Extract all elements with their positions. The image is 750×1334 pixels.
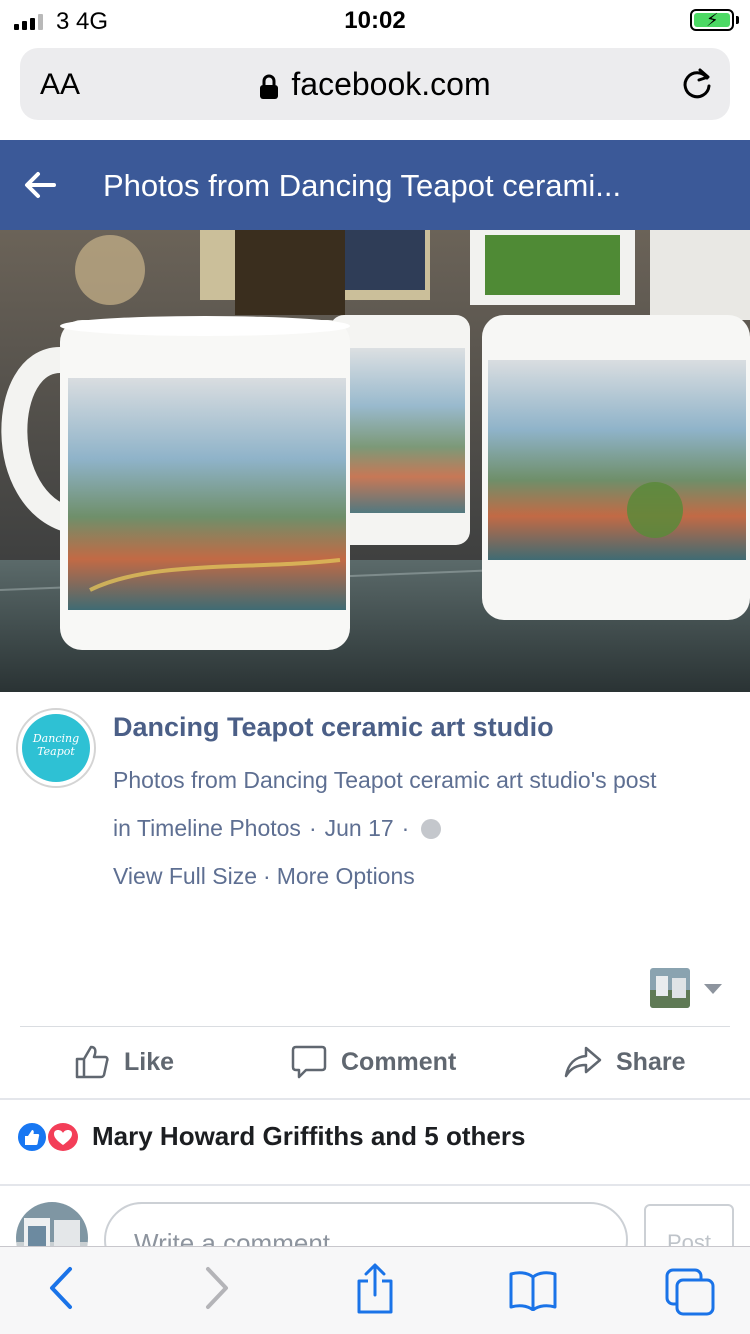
- viewer-avatar-thumbnail[interactable]: [650, 968, 690, 1008]
- safari-share-icon[interactable]: [354, 1263, 396, 1315]
- bookmarks-icon[interactable]: [508, 1269, 558, 1311]
- like-label: Like: [124, 1047, 175, 1076]
- status-bar: 3 4G 10:02 ⚡: [0, 0, 750, 40]
- page-name-link[interactable]: Dancing Teapot ceramic art studio: [113, 712, 554, 743]
- url-text: facebook.com: [291, 66, 491, 102]
- reactions-summary[interactable]: Mary Howard Griffiths and 5 others: [16, 1116, 525, 1156]
- divider: [0, 1184, 750, 1186]
- like-reaction-icon: [16, 1121, 48, 1153]
- post-subtitle[interactable]: Photos from Dancing Teapot ceramic art s…: [113, 767, 656, 794]
- post-links: View Full Size · More Options: [113, 863, 415, 890]
- post-date[interactable]: Jun 17: [325, 815, 394, 842]
- address-bar[interactable]: AA facebook.com: [20, 48, 730, 120]
- photo-viewer-header: Photos from Dancing Teapot cerami...: [0, 140, 750, 230]
- safari-back-icon[interactable]: [46, 1265, 76, 1311]
- love-reaction-icon: [46, 1121, 80, 1153]
- more-options-link[interactable]: More Options: [277, 863, 415, 889]
- divider: [0, 1098, 750, 1100]
- safari-forward-icon[interactable]: [202, 1265, 232, 1311]
- avatar-logo: Dancing Teapot: [22, 714, 90, 782]
- chevron-down-icon[interactable]: [704, 984, 722, 994]
- album-link[interactable]: in Timeline Photos: [113, 815, 301, 842]
- post-actions: Like Comment Share: [0, 1036, 750, 1098]
- divider: [20, 1026, 730, 1027]
- share-label: Share: [616, 1047, 686, 1076]
- battery-icon: ⚡: [690, 9, 734, 31]
- reactions-text: Mary Howard Griffiths and 5 others: [92, 1120, 526, 1151]
- mugs-photo-illustration: [0, 230, 750, 692]
- share-button[interactable]: Share: [564, 1044, 685, 1080]
- logo-text-2: Teapot: [37, 745, 75, 758]
- battery-nub: [736, 16, 739, 24]
- tabs-icon[interactable]: [664, 1267, 716, 1317]
- like-icon: [75, 1045, 109, 1079]
- share-icon: [564, 1046, 602, 1078]
- view-full-size-link[interactable]: View Full Size: [113, 863, 257, 889]
- status-time: 10:02: [344, 7, 406, 34]
- like-button[interactable]: Like: [74, 1044, 174, 1080]
- logo-text-1: Dancing: [32, 732, 80, 745]
- meta-separator: ·: [308, 815, 317, 841]
- link-separator: ·: [263, 863, 271, 889]
- page-title: Photos from Dancing Teapot cerami...: [103, 168, 622, 203]
- post-meta: in Timeline Photos · Jun 17 ·: [113, 815, 442, 842]
- reload-icon[interactable]: [680, 66, 714, 102]
- comment-icon: [291, 1045, 327, 1079]
- url-field[interactable]: facebook.com: [20, 66, 730, 103]
- meta-separator: ·: [401, 815, 410, 841]
- lock-icon: [260, 74, 279, 99]
- post-photo[interactable]: [0, 230, 750, 692]
- comment-label: Comment: [341, 1047, 457, 1076]
- page-avatar[interactable]: Dancing Teapot: [16, 708, 96, 788]
- reaction-icons: [16, 1119, 86, 1153]
- comment-button[interactable]: Comment: [291, 1044, 456, 1080]
- back-arrow-icon[interactable]: [22, 167, 58, 203]
- safari-toolbar: [0, 1246, 750, 1334]
- globe-icon: [421, 818, 442, 839]
